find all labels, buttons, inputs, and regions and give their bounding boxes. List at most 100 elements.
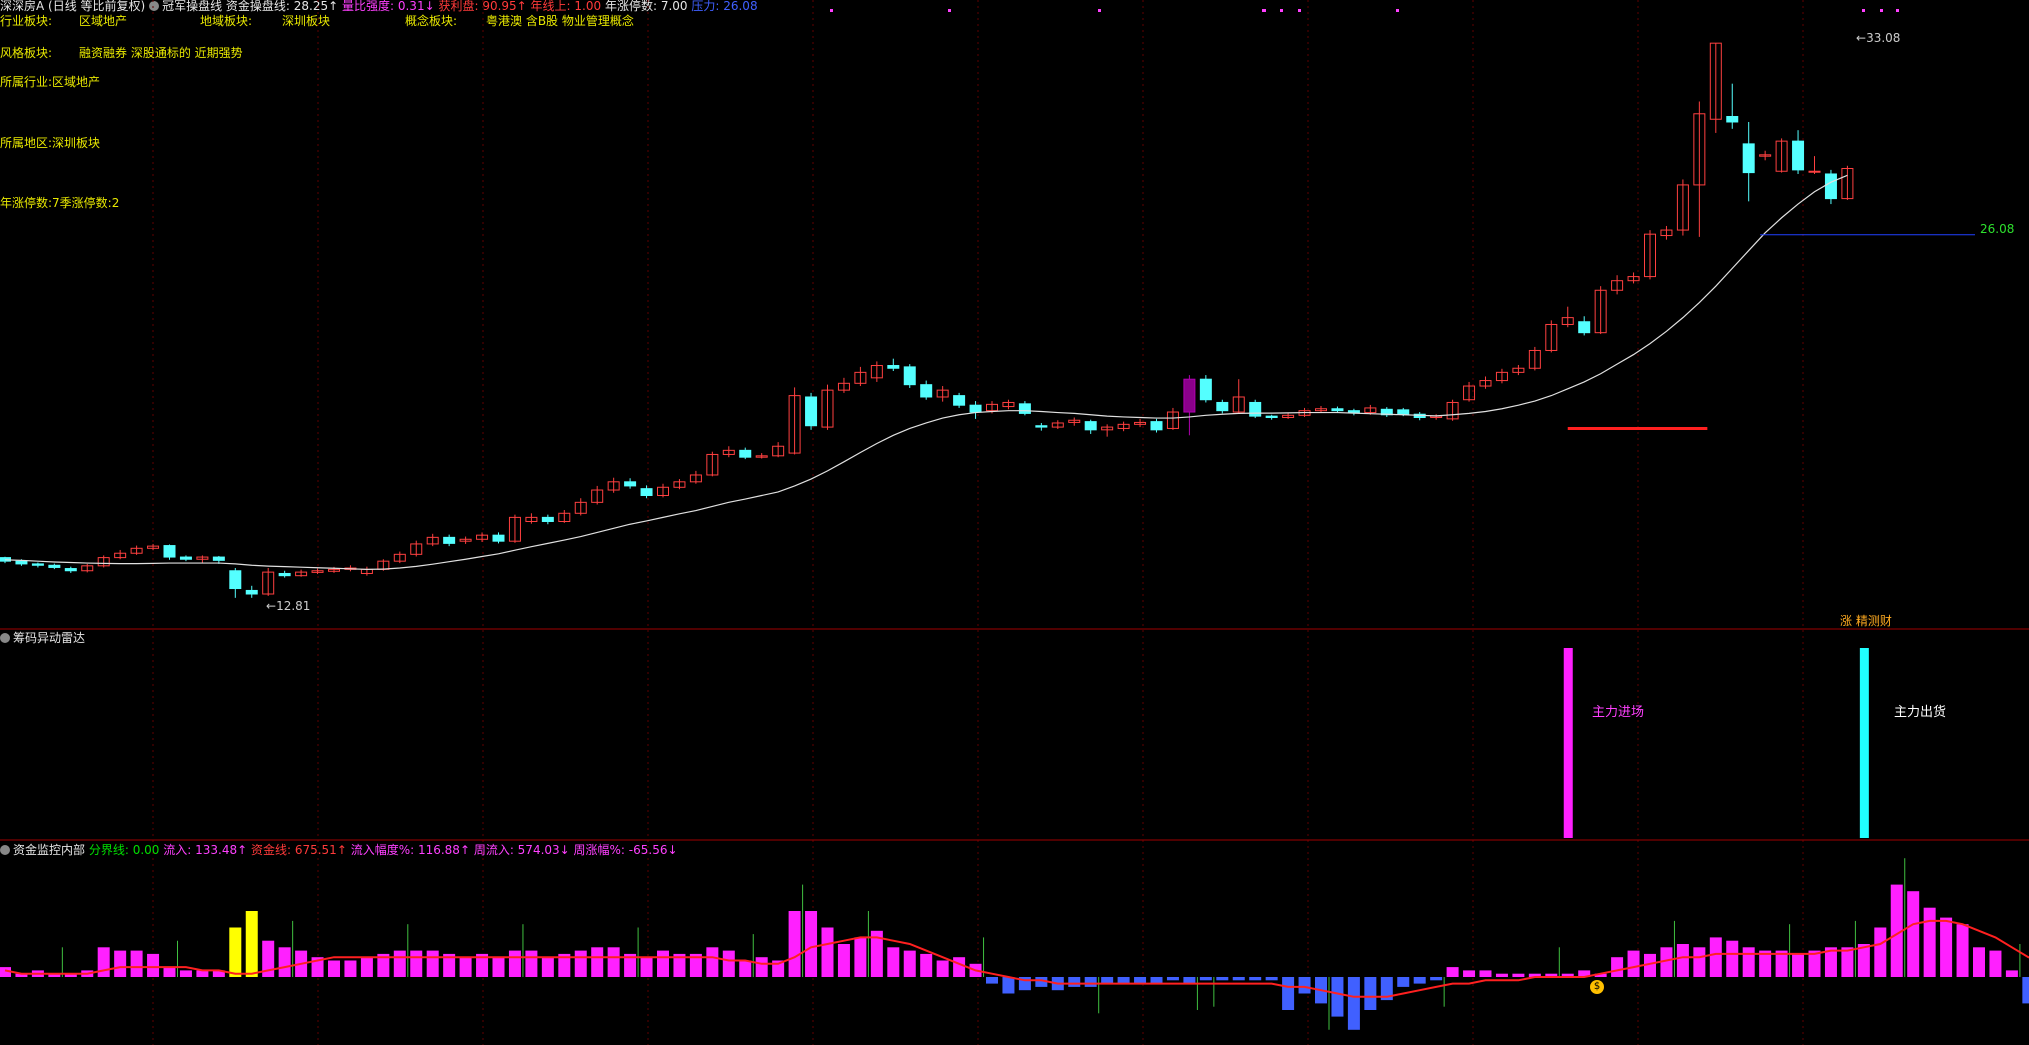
volume-bar <box>887 947 900 977</box>
candle-body[interactable] <box>1018 403 1031 414</box>
volume-bar <box>953 957 966 977</box>
candle-body[interactable] <box>1199 378 1212 401</box>
candle-body[interactable] <box>1183 378 1196 413</box>
candle-body[interactable] <box>229 570 242 590</box>
candle-body[interactable] <box>887 365 900 369</box>
candle-body[interactable] <box>953 395 966 406</box>
fund-panel-header: 资金监控内部 分界线: 0.00 流入: 133.48↑ 资金线: 675.51… <box>0 844 678 856</box>
candle-body[interactable] <box>278 572 291 577</box>
candle-body[interactable] <box>969 404 982 413</box>
candle-body[interactable] <box>1808 170 1821 173</box>
candle-body[interactable] <box>1035 425 1048 428</box>
candle-body[interactable] <box>64 568 77 572</box>
fund-item-label-5: 周涨幅%: <box>569 843 625 857</box>
volume-bar <box>1413 977 1426 984</box>
candle-body[interactable] <box>163 545 176 558</box>
candle-body[interactable] <box>1249 401 1262 417</box>
candle-body[interactable] <box>15 560 28 565</box>
candle-body[interactable] <box>1578 321 1591 334</box>
candle-body[interactable] <box>624 481 637 487</box>
volume-bar <box>1430 977 1443 981</box>
fund-item-label-1: 流入: <box>159 843 192 857</box>
candle-body[interactable] <box>739 449 752 458</box>
candle-body[interactable] <box>1084 421 1097 431</box>
top-marker <box>1298 9 1301 12</box>
candle-body[interactable] <box>640 488 653 496</box>
candle-body[interactable] <box>805 396 818 427</box>
volume-bar <box>179 970 192 977</box>
candle-body[interactable] <box>212 556 225 561</box>
volume-bar <box>245 911 258 977</box>
volume-bar <box>1068 977 1081 987</box>
radar-title[interactable]: 筹码异动雷达 <box>13 631 85 645</box>
fund-item-value-5: -65.56↓ <box>624 843 678 857</box>
candle-body[interactable] <box>31 563 44 566</box>
volume-bar <box>1265 977 1278 981</box>
candle-body[interactable] <box>492 534 505 542</box>
top-marker <box>1263 9 1266 12</box>
candle-body[interactable] <box>541 516 554 522</box>
main-out-bar <box>1859 648 1869 838</box>
volume-bar <box>805 911 818 977</box>
volume-bar <box>393 950 406 977</box>
main-in-bar <box>1563 648 1573 838</box>
volume-bar <box>229 927 242 977</box>
candle-body[interactable] <box>48 564 61 568</box>
candle-body[interactable] <box>1216 401 1229 412</box>
volume-bar <box>541 957 554 977</box>
gear-icon[interactable] <box>0 845 10 855</box>
fund-item-value-4: 574.03↓ <box>513 843 570 857</box>
volume-bar <box>739 960 752 977</box>
candle-body[interactable] <box>1742 143 1755 174</box>
volume-bar <box>1446 967 1459 977</box>
volume-bar <box>1709 937 1722 977</box>
volume-bar <box>1841 947 1854 977</box>
candlestick-chart[interactable] <box>0 0 2029 1045</box>
volume-bar <box>130 950 143 977</box>
top-marker <box>1396 9 1399 12</box>
candle-body[interactable] <box>1265 415 1278 419</box>
candle-body[interactable] <box>1347 410 1360 414</box>
volume-bar <box>1199 977 1212 981</box>
volume-bar <box>1742 947 1755 977</box>
candle-body[interactable] <box>1331 408 1344 412</box>
pressure-label: 26.08 <box>1980 222 2015 236</box>
candle-body[interactable] <box>1824 173 1837 200</box>
candle-body[interactable] <box>179 556 192 560</box>
volume-bar <box>591 947 604 977</box>
volume-bar <box>1002 977 1015 994</box>
volume-bar <box>1331 977 1344 1017</box>
main-in-label: 主力进场 <box>1592 705 1645 720</box>
fund-item-label-2: 资金线: <box>247 843 292 857</box>
volume-bar <box>1923 907 1936 977</box>
volume-bar <box>508 950 521 977</box>
candle-body[interactable] <box>920 384 933 398</box>
candle-body[interactable] <box>443 536 456 544</box>
low-label: ←12.81 <box>266 599 311 613</box>
candle-body[interactable] <box>1726 116 1739 123</box>
volume-bar <box>1216 977 1229 981</box>
high-label: ←33.08 <box>1856 31 1901 45</box>
candle-body[interactable] <box>245 589 258 595</box>
volume-bar <box>722 950 735 977</box>
volume-bar <box>1874 927 1887 977</box>
volume-bar <box>1676 944 1689 977</box>
dollar-marker: $ <box>1590 980 1604 994</box>
top-marker <box>830 9 833 12</box>
volume-bar <box>459 957 472 977</box>
volume-bar <box>706 947 719 977</box>
volume-bar <box>1249 977 1262 981</box>
gear-icon[interactable] <box>0 633 10 643</box>
volume-bar <box>1364 977 1377 1010</box>
top-marker <box>1098 9 1101 12</box>
volume-bar <box>657 950 669 977</box>
main-out-label: 主力出货 <box>1894 705 1947 720</box>
candle-body[interactable] <box>1150 421 1163 431</box>
volume-bar <box>2022 977 2029 1004</box>
candle-body[interactable] <box>903 366 916 386</box>
fund-title[interactable]: 资金监控内部 <box>13 843 85 857</box>
candle-body[interactable] <box>1397 409 1410 415</box>
top-marker <box>1880 9 1883 12</box>
top-marker <box>1896 9 1899 12</box>
candle-body[interactable] <box>1792 140 1805 171</box>
